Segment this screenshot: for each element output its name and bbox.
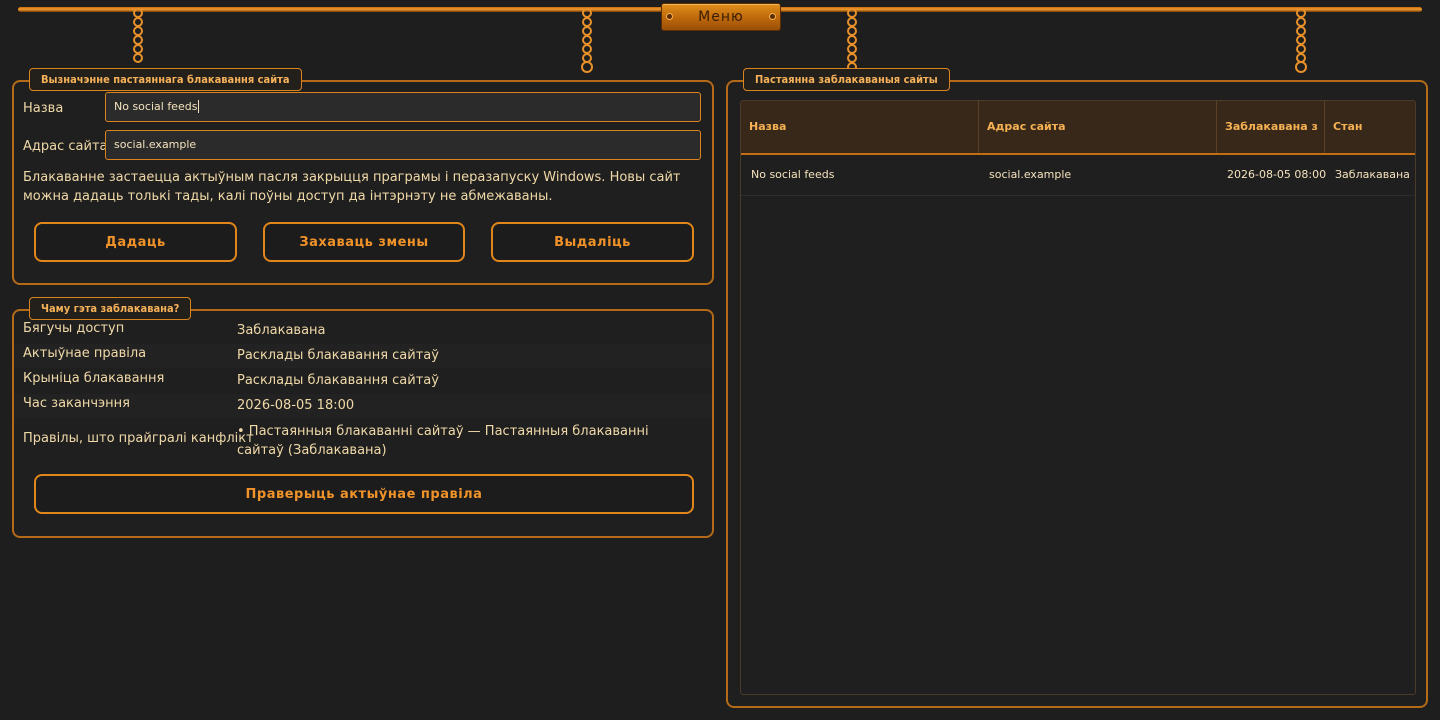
info-row-lost-rules: Правілы, што прайгралі канфлікт • Пастая… [14, 419, 712, 463]
rule-definition-title: Вызначэнне пастаяннага блакавання сайта [29, 68, 302, 91]
info-value: • Пастаянныя блакаванні сайтаў — Пастаян… [237, 424, 649, 458]
blocked-sites-table: Назва Адрас сайта Заблакавана з Стан No … [740, 100, 1416, 695]
chain-decoration [581, 8, 593, 73]
info-key: Правілы, што прайгралі канфлікт [23, 431, 254, 446]
info-value: Расклады блакавання сайтаў [237, 373, 439, 388]
info-value: 2026-08-05 18:00 [237, 398, 355, 413]
info-row-current-access: Бягучы доступ Заблакавана [14, 321, 712, 343]
add-button[interactable]: Дадаць [34, 222, 237, 262]
info-value: Расклады блакавання сайтаў [237, 348, 439, 363]
info-row-active-rule: Актыўнае правіла Расклады блакавання сай… [14, 344, 712, 368]
blocked-sites-panel: Пастаянна заблакаваныя сайты Назва Адрас… [726, 68, 1428, 708]
rivet-icon [666, 13, 673, 20]
table-row[interactable]: No social feeds social.example 2026-08-0… [741, 155, 1415, 196]
info-key: Бягучы доступ [23, 321, 125, 336]
name-label: Назва [23, 101, 64, 116]
delete-button[interactable]: Выдаліць [491, 222, 694, 262]
info-row-block-source: Крыніца блакавання Расклады блакавання с… [14, 369, 712, 393]
why-blocked-panel: Чаму гэта заблакавана? Бягучы доступ Заб… [12, 297, 714, 538]
name-input[interactable]: No social feeds [105, 92, 701, 122]
rule-definition-panel: Вызначэнне пастаяннага блакавання сайта … [12, 68, 714, 285]
persistence-info-text: Блакаванне застаецца актыўным пасля закр… [23, 170, 681, 204]
column-header-blocked-since[interactable]: Заблакавана з [1217, 101, 1325, 153]
column-header-status[interactable]: Стан [1325, 101, 1415, 153]
chain-decoration [1295, 8, 1307, 73]
column-header-name[interactable]: Назва [741, 101, 979, 153]
info-key: Час заканчэння [23, 396, 130, 411]
cell-status: Заблакавана [1335, 168, 1410, 181]
info-value: Заблакавана [237, 323, 326, 338]
cell-name: No social feeds [751, 168, 835, 181]
name-input-value: No social feeds [114, 100, 198, 113]
save-changes-button[interactable]: Захаваць змены [263, 222, 465, 262]
menu-button[interactable]: Меню [661, 3, 781, 31]
address-input-value: social.example [114, 138, 197, 151]
table-header: Назва Адрас сайта Заблакавана з Стан [741, 101, 1415, 155]
rivet-icon [769, 13, 776, 20]
address-label: Адрас сайта [23, 139, 108, 154]
info-row-end-time: Час заканчэння 2026-08-05 18:00 [14, 394, 712, 418]
cell-blocked-since: 2026-08-05 08:00 [1227, 168, 1327, 181]
info-key: Крыніца блакавання [23, 371, 165, 386]
column-header-address[interactable]: Адрас сайта [979, 101, 1217, 153]
text-caret [198, 100, 200, 113]
menu-button-label: Меню [698, 9, 744, 25]
why-blocked-title: Чаму гэта заблакавана? [29, 297, 192, 320]
blocked-sites-title: Пастаянна заблакаваныя сайты [743, 68, 950, 91]
address-input[interactable]: social.example [105, 130, 701, 160]
check-active-rule-button[interactable]: Праверыць актыўнае правіла [34, 474, 694, 514]
cell-address: social.example [989, 168, 1072, 181]
chain-decoration [133, 8, 143, 63]
info-key: Актыўнае правіла [23, 346, 147, 361]
